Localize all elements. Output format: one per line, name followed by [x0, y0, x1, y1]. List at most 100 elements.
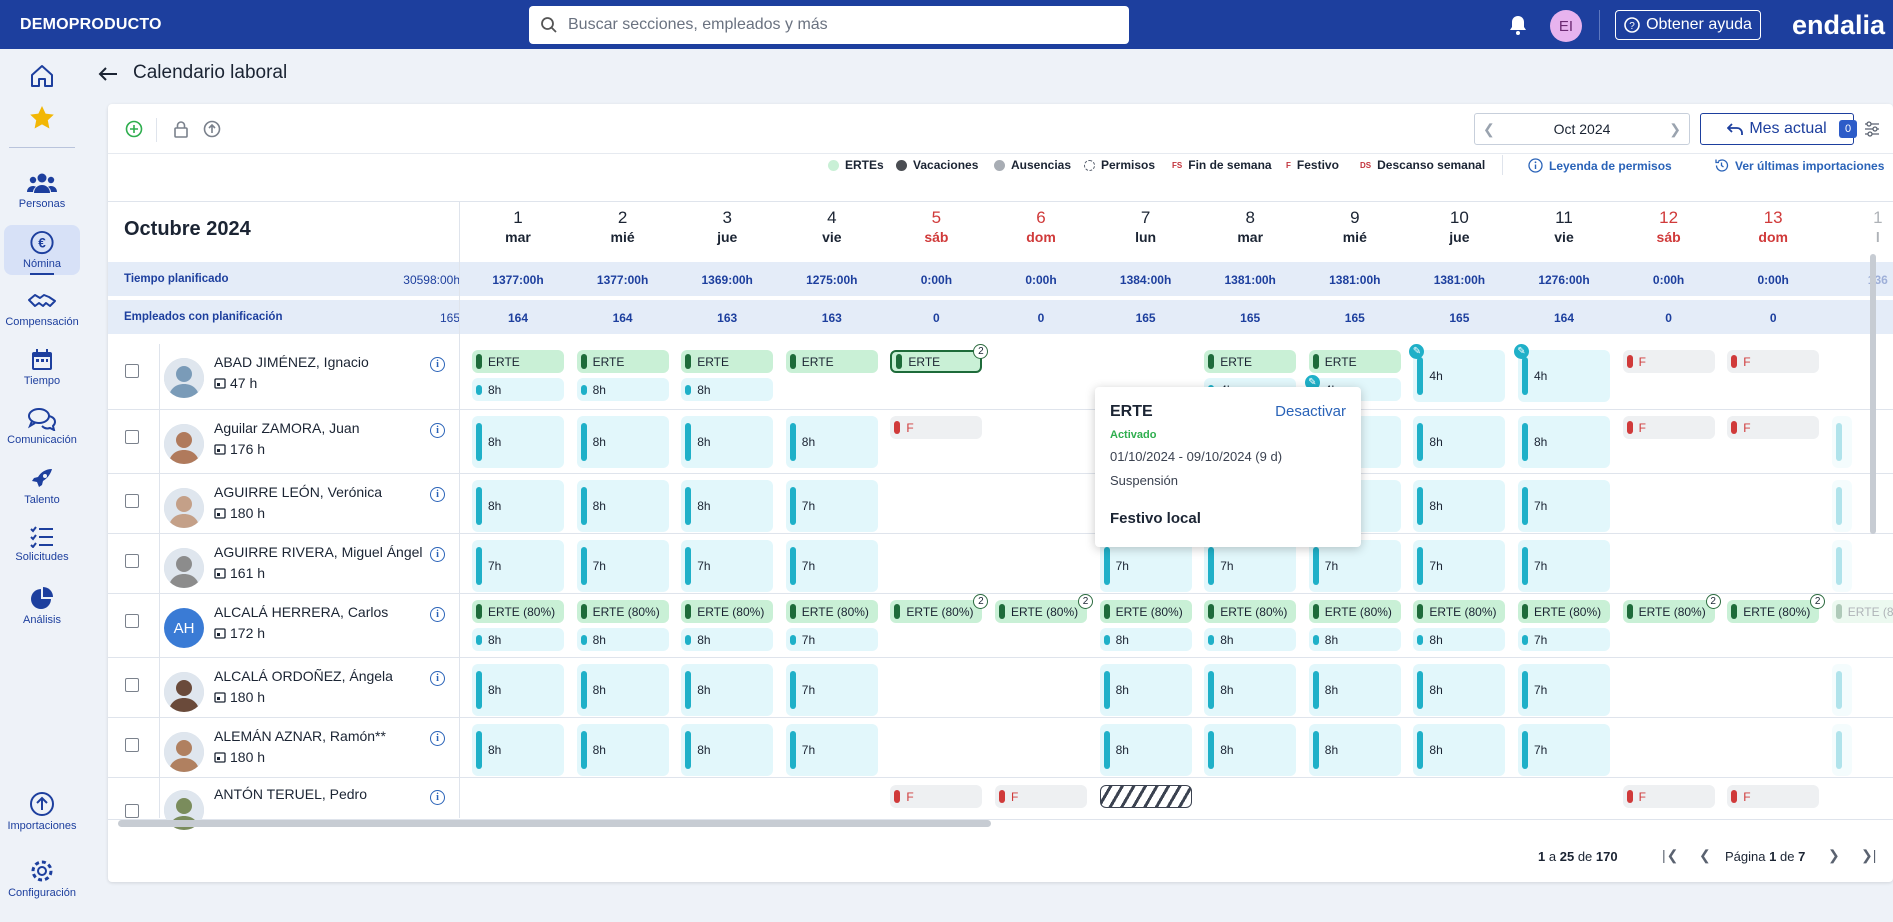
calendar-cell[interactable]: 7h [1099, 540, 1192, 592]
calendar-cell[interactable]: 8h [681, 416, 774, 468]
calendar-cell[interactable]: ERTE (80%) 8h [1308, 600, 1401, 651]
sidebar-item-personas[interactable]: Personas [0, 171, 84, 210]
calendar-cell[interactable]: 8h [472, 724, 564, 776]
calendar-cell[interactable]: F [1622, 416, 1715, 439]
sidebar-item-importaciones[interactable]: Importaciones [0, 791, 84, 832]
calendar-cell[interactable] [1831, 480, 1893, 532]
calendar-cell[interactable]: ERTE 2 [890, 344, 989, 373]
info-icon[interactable]: i [430, 607, 445, 622]
calendar-cell[interactable]: ERTE 8h [472, 350, 564, 401]
calendar-cell[interactable]: 7h [1413, 540, 1506, 592]
horizontal-scrollbar[interactable] [118, 820, 991, 827]
calendar-cell[interactable]: F [1727, 785, 1820, 808]
employee-row[interactable]: ALCALÁ ORDOÑEZ, Ángela 180 h i 8h 8h 8h 7h 8h… [108, 658, 1893, 718]
sidebar-item-home[interactable] [0, 63, 84, 89]
month-selector[interactable]: ❮ Oct 2024 ❯ [1474, 113, 1690, 145]
calendar-cell[interactable]: 8h [472, 664, 564, 716]
employee-row[interactable]: AGUIRRE RIVERA, Miguel Ángel 161 h i 7h 7h… [108, 534, 1893, 594]
search-box[interactable]: Buscar secciones, empleados y más [529, 6, 1129, 44]
calendar-cell[interactable]: F [1727, 350, 1820, 373]
calendar-cell[interactable]: ERTE (80%) 8h [1413, 600, 1506, 651]
calendar-cell[interactable]: 8h [1413, 416, 1506, 468]
calendar-cell[interactable]: F [1727, 416, 1820, 439]
employee-row[interactable]: Aguilar ZAMORA, Juan 176 h i8h8h8h8hF6h6… [108, 410, 1893, 474]
calendar-cell[interactable]: 8h [1413, 480, 1506, 532]
calendar-cell[interactable]: 8h [681, 480, 774, 532]
calendar-cell[interactable]: ERTE (80%) 8h [681, 600, 774, 651]
info-icon[interactable]: i [430, 671, 445, 686]
calendar-cell[interactable]: 7h [785, 480, 878, 532]
sidebar-item-favorites[interactable] [0, 104, 84, 132]
current-month-button[interactable]: Mes actual [1700, 113, 1854, 145]
calendar-cell[interactable]: 7h [1518, 664, 1610, 716]
calendar-cell[interactable] [1831, 724, 1893, 776]
calendar-cell[interactable]: 7h [1518, 480, 1610, 532]
sidebar-item-talento[interactable]: Talento [0, 467, 84, 506]
row-checkbox[interactable] [125, 554, 139, 568]
sidebar-item-configuracion[interactable]: Configuración [0, 858, 84, 899]
calendar-cell[interactable]: F [1622, 785, 1715, 808]
calendar-cell[interactable]: ERTE (80%) 2 [995, 594, 1093, 623]
calendar-cell[interactable]: 8h [1413, 664, 1506, 716]
calendar-cell[interactable]: ERTE 8h [576, 350, 669, 401]
calendar-cell[interactable]: 7h [681, 540, 774, 592]
calendar-cell[interactable]: 8h [785, 416, 878, 468]
calendar-cell[interactable]: 7h [785, 724, 878, 776]
add-icon[interactable] [125, 120, 143, 138]
calendar-cell[interactable]: 8h [681, 664, 774, 716]
employee-name[interactable]: Aguilar ZAMORA, Juan [214, 420, 360, 436]
row-checkbox[interactable] [125, 494, 139, 508]
calendar-cell[interactable]: 8h [1099, 664, 1192, 716]
calendar-cell[interactable]: 7h [785, 540, 878, 592]
sidebar-item-analisis[interactable]: Análisis [0, 585, 84, 626]
info-icon[interactable]: i [430, 357, 445, 372]
calendar-cell[interactable]: 7h [1518, 540, 1610, 592]
calendar-cell[interactable]: 8h [1308, 664, 1401, 716]
chevron-left-icon[interactable]: ❮ [1483, 121, 1495, 138]
calendar-cell[interactable]: 8h [1204, 724, 1297, 776]
info-icon[interactable]: i [430, 731, 445, 746]
calendar-cell[interactable]: F [995, 785, 1087, 808]
calendar-cell[interactable]: 8h [576, 664, 669, 716]
employee-name[interactable]: ANTÓN TERUEL, Pedro [214, 786, 367, 802]
calendar-cell[interactable]: 7h [785, 664, 878, 716]
calendar-cell[interactable]: F [1622, 350, 1715, 373]
chevron-right-icon[interactable]: ❯ [1669, 121, 1681, 138]
sidebar-item-solicitudes[interactable]: Solicitudes [0, 526, 84, 563]
calendar-cell[interactable]: 8h [576, 416, 669, 468]
calendar-cell[interactable]: ERTE [785, 350, 878, 373]
calendar-cell[interactable]: 8h [576, 724, 669, 776]
calendar-cell[interactable]: ERTE (80%) 8h [1099, 600, 1192, 651]
first-page-icon[interactable]: |❮ [1662, 847, 1679, 864]
calendar-cell[interactable]: ERTE (80%) 2 [890, 594, 989, 623]
search-input[interactable]: Buscar secciones, empleados y más [568, 16, 828, 34]
row-checkbox[interactable] [125, 804, 139, 818]
calendar-cell[interactable] [1831, 416, 1893, 468]
calendar-cell[interactable]: ERTE (80%) [1831, 600, 1893, 623]
sidebar-item-compensacion[interactable]: Compensación [0, 291, 84, 328]
calendar-cell[interactable]: ERTE (80%) 7h [1518, 600, 1610, 651]
sidebar-item-nomina[interactable]: € Nómina [4, 225, 80, 275]
calendar-cell[interactable]: ERTE (80%) 8h [472, 600, 564, 651]
company-name[interactable]: DEMOPRODUCTO [20, 16, 162, 34]
vertical-scrollbar[interactable] [1870, 254, 1876, 534]
calendar-cell[interactable]: F [890, 416, 983, 439]
calendar-cell[interactable]: 7h [472, 540, 564, 592]
last-page-icon[interactable]: ❯| [1861, 847, 1876, 864]
info-icon[interactable]: i [430, 547, 445, 562]
calendar-cell[interactable]: 8h [1413, 724, 1506, 776]
lock-icon[interactable] [172, 120, 190, 138]
calendar-cell[interactable]: ERTE 8h [681, 350, 774, 401]
permits-legend-link[interactable]: Leyenda de permisos [1528, 158, 1672, 173]
employee-row[interactable]: AH ALCALÁ HERRERA, Carlos 172 h i ERTE (8… [108, 594, 1893, 658]
row-checkbox[interactable] [125, 430, 139, 444]
calendar-cell[interactable]: 4h ✎ [1409, 344, 1506, 402]
sidebar-item-tiempo[interactable]: Tiempo [0, 348, 84, 387]
row-checkbox[interactable] [125, 678, 139, 692]
calendar-cell[interactable]: 7h [1308, 540, 1401, 592]
calendar-cell[interactable]: 8h [576, 480, 669, 532]
filter-sliders-icon[interactable] [1864, 121, 1880, 137]
employee-row[interactable]: ANTÓN TERUEL, Pedro iFFFF [108, 778, 1893, 830]
employee-row[interactable]: AGUIRRE LEÓN, Verónica 180 h i 8h 8h 8h 7h 8h… [108, 474, 1893, 534]
calendar-cell[interactable]: 8h [1518, 416, 1610, 468]
